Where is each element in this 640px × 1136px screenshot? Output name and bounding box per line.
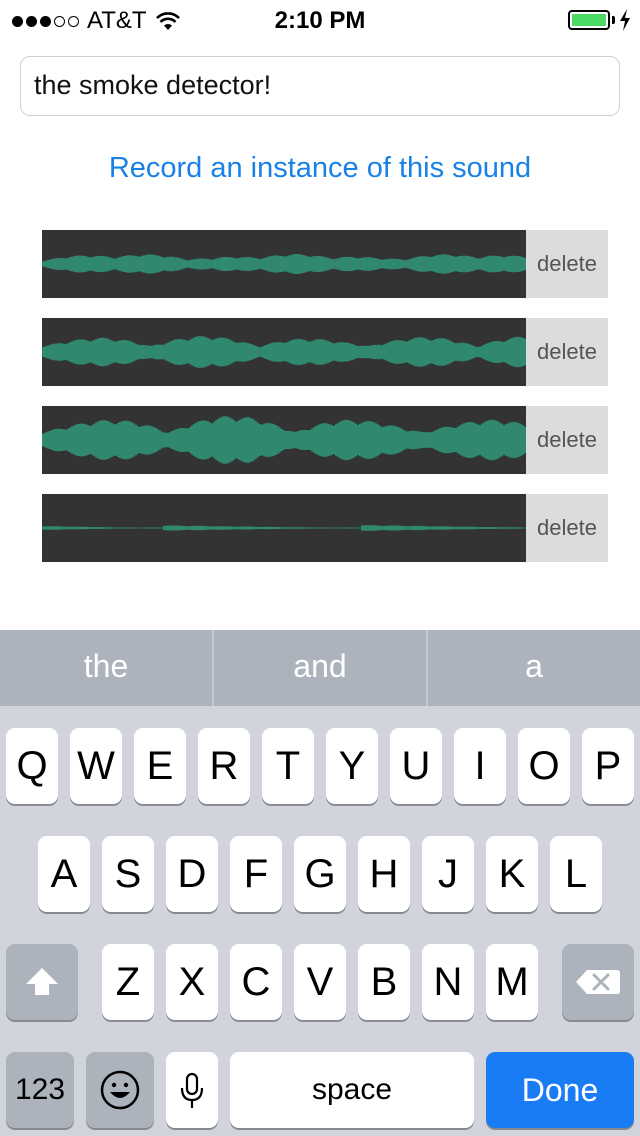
emoji-icon <box>100 1070 140 1110</box>
key-s[interactable]: S <box>102 836 154 912</box>
recording-row: delete <box>42 230 608 298</box>
done-key[interactable]: Done <box>486 1052 634 1128</box>
suggestion-item[interactable]: and <box>214 630 428 706</box>
key-e[interactable]: E <box>134 728 186 804</box>
key-b[interactable]: B <box>358 944 410 1020</box>
numbers-key[interactable]: 123 <box>6 1052 74 1128</box>
suggestion-item[interactable]: the <box>0 630 214 706</box>
key-x[interactable]: X <box>166 944 218 1020</box>
shift-arrow-icon <box>26 968 58 995</box>
recording-row: delete <box>42 406 608 474</box>
delete-button[interactable]: delete <box>526 494 608 562</box>
battery-icon <box>568 10 610 30</box>
key-k[interactable]: K <box>486 836 538 912</box>
key-t[interactable]: T <box>262 728 314 804</box>
keyboard: the and a Q W E R T Y U I O P A S D F G … <box>0 630 640 1136</box>
key-o[interactable]: O <box>518 728 570 804</box>
battery-nub <box>612 16 615 24</box>
backspace-key[interactable] <box>562 944 634 1020</box>
key-i[interactable]: I <box>454 728 506 804</box>
key-y[interactable]: Y <box>326 728 378 804</box>
microphone-key[interactable] <box>166 1052 218 1128</box>
key-p[interactable]: P <box>582 728 634 804</box>
waveform-trace <box>42 336 526 368</box>
recording-row: delete <box>42 318 608 386</box>
key-u[interactable]: U <box>390 728 442 804</box>
waveform[interactable] <box>42 406 526 474</box>
delete-button[interactable]: delete <box>526 230 608 298</box>
waveform[interactable] <box>42 230 526 298</box>
backspace-icon <box>576 970 620 994</box>
key-d[interactable]: D <box>166 836 218 912</box>
status-time: 2:10 PM <box>274 7 366 34</box>
key-r[interactable]: R <box>198 728 250 804</box>
status-bar: AT&T 2:10 PM <box>0 0 640 40</box>
key-z[interactable]: Z <box>102 944 154 1020</box>
space-key[interactable]: space <box>230 1052 474 1128</box>
key-n[interactable]: N <box>422 944 474 1020</box>
suggestion-bar: the and a <box>0 630 640 706</box>
emoji-key[interactable] <box>86 1052 154 1128</box>
sound-name-input[interactable]: the smoke detector! <box>20 56 620 116</box>
charging-bolt-icon <box>620 9 630 31</box>
key-l[interactable]: L <box>550 836 602 912</box>
shift-key[interactable] <box>6 944 78 1020</box>
delete-button[interactable]: delete <box>526 406 608 474</box>
key-w[interactable]: W <box>70 728 122 804</box>
key-q[interactable]: Q <box>6 728 58 804</box>
key-f[interactable]: F <box>230 836 282 912</box>
waveform[interactable] <box>42 318 526 386</box>
delete-button[interactable]: delete <box>526 318 608 386</box>
key-a[interactable]: A <box>38 836 90 912</box>
recording-row: delete <box>42 494 608 562</box>
key-g[interactable]: G <box>294 836 346 912</box>
key-j[interactable]: J <box>422 836 474 912</box>
key-v[interactable]: V <box>294 944 346 1020</box>
key-c[interactable]: C <box>230 944 282 1020</box>
key-h[interactable]: H <box>358 836 410 912</box>
waveform[interactable] <box>42 494 526 562</box>
key-m[interactable]: M <box>486 944 538 1020</box>
microphone-icon <box>180 1072 204 1108</box>
suggestion-item[interactable]: a <box>428 630 640 706</box>
waveform-trace <box>42 525 526 531</box>
record-sound-link[interactable]: Record an instance of this sound <box>0 152 640 185</box>
waveform-trace <box>42 416 526 464</box>
waveform-trace <box>42 254 526 274</box>
